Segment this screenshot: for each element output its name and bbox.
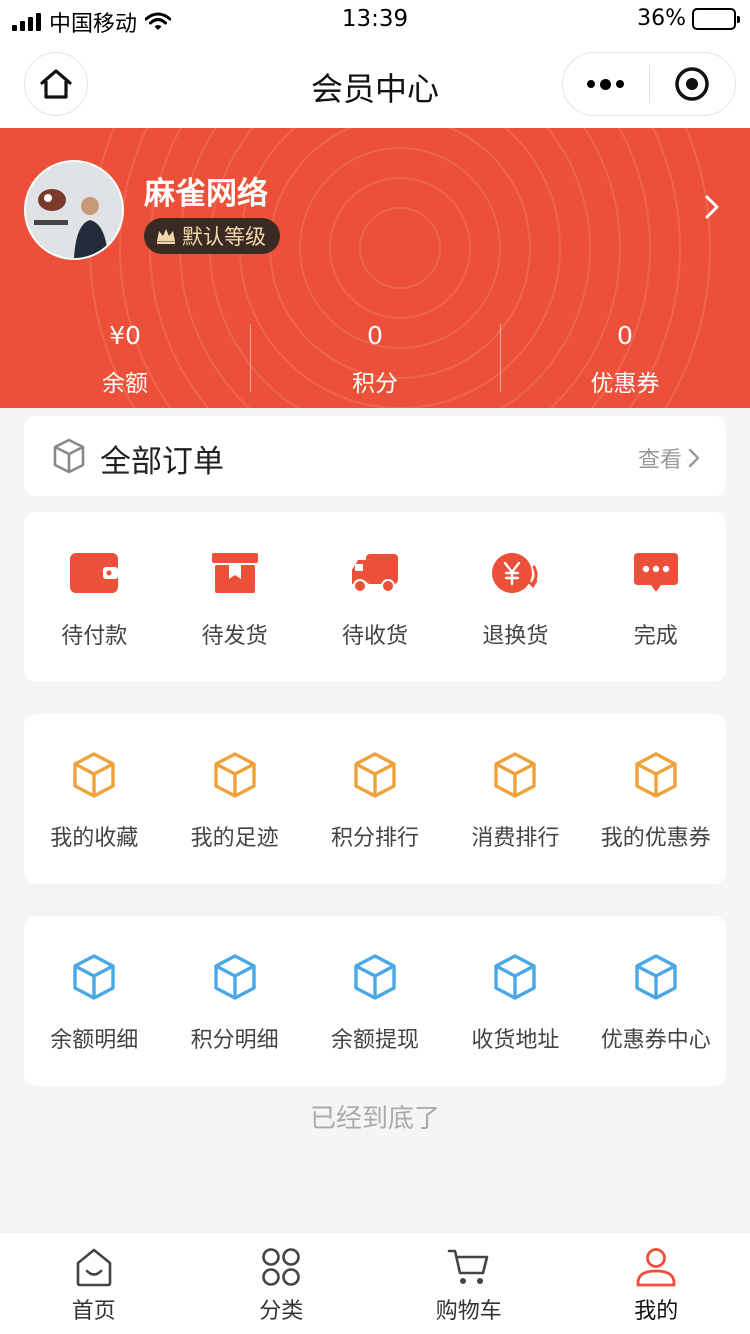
stat-value: 0 bbox=[367, 321, 383, 350]
stat-label: 积分 bbox=[352, 371, 398, 397]
tool-points-details[interactable]: 积分明细 bbox=[164, 916, 304, 1086]
tools-grid-secondary: 余额明细 积分明细 余额提现 收货地址 优惠券中心 bbox=[24, 916, 726, 1086]
more-dots-icon bbox=[587, 80, 596, 88]
grid-label: 完成 bbox=[633, 624, 678, 649]
cube-icon bbox=[354, 752, 396, 798]
cube-icon bbox=[494, 954, 537, 1000]
cube-icon bbox=[213, 752, 256, 798]
mini-program-capsule bbox=[562, 52, 736, 116]
chevron-right-icon bbox=[688, 448, 700, 468]
tool-balance-details[interactable]: 余额明细 bbox=[24, 916, 164, 1086]
grid-label: 待发货 bbox=[201, 624, 268, 649]
cube-icon bbox=[635, 752, 677, 798]
tab-home[interactable]: 首页 bbox=[0, 1233, 188, 1334]
stat-label: 优惠券 bbox=[590, 371, 660, 397]
home-bag-icon bbox=[76, 1248, 112, 1287]
tool-coupon-center[interactable]: 优惠券中心 bbox=[586, 916, 726, 1086]
box-outline-icon bbox=[53, 438, 85, 474]
order-status-pending-receipt[interactable]: 待收货 bbox=[305, 512, 445, 682]
stat-balance[interactable]: ¥0 余额 bbox=[0, 316, 250, 398]
grid-label: 待收货 bbox=[341, 624, 408, 649]
level-badge: 默认等级 bbox=[144, 218, 280, 254]
tab-label: 我的 bbox=[634, 1299, 679, 1324]
tool-my-coupons[interactable]: 我的优惠券 bbox=[586, 714, 726, 884]
stat-value: ¥0 bbox=[109, 321, 141, 350]
tool-shipping-address[interactable]: 收货地址 bbox=[445, 916, 585, 1086]
tab-category[interactable]: 分类 bbox=[188, 1233, 376, 1334]
grid-label: 消费排行 bbox=[471, 826, 560, 851]
member-header: 麻雀网络 默认等级 ¥0 余额 0 积分 0 优惠券 bbox=[0, 128, 750, 408]
order-status-completed[interactable]: 完成 bbox=[586, 512, 726, 682]
cube-icon bbox=[73, 752, 115, 798]
cube-icon bbox=[354, 954, 396, 1000]
level-text: 默认等级 bbox=[182, 225, 266, 249]
status-right: 36% bbox=[637, 6, 740, 31]
grid-label: 优惠券中心 bbox=[600, 1028, 711, 1053]
grid-circles-icon bbox=[262, 1248, 301, 1286]
tool-my-footprints[interactable]: 我的足迹 bbox=[164, 714, 304, 884]
profile-arrow-button[interactable] bbox=[704, 194, 720, 224]
all-orders-row[interactable]: 全部订单 查看 bbox=[24, 416, 726, 496]
crown-icon bbox=[157, 229, 175, 244]
view-orders-link[interactable]: 查看 bbox=[638, 442, 700, 474]
tab-label: 首页 bbox=[71, 1299, 116, 1324]
shopping-cart-icon bbox=[447, 1249, 489, 1284]
stat-label: 余额 bbox=[102, 371, 148, 397]
cube-icon bbox=[213, 954, 256, 1000]
grid-label: 积分明细 bbox=[190, 1028, 279, 1053]
tools-grid-primary: 我的收藏 我的足迹 积分排行 消费排行 我的优惠券 bbox=[24, 714, 726, 884]
cube-icon bbox=[73, 954, 115, 1000]
tab-mine[interactable]: 我的 bbox=[563, 1233, 750, 1334]
order-status-returns[interactable]: 退换货 bbox=[445, 512, 585, 682]
grid-label: 我的优惠券 bbox=[600, 826, 711, 851]
nav-bar: 会员中心 bbox=[0, 40, 750, 128]
order-status-grid: 待付款 待发货 待收货 退换货 完成 bbox=[24, 512, 726, 682]
cube-icon bbox=[494, 752, 537, 798]
stat-value: 0 bbox=[617, 321, 633, 350]
user-name: 麻雀网络 bbox=[144, 176, 268, 212]
battery-percent: 36% bbox=[637, 6, 686, 31]
cube-icon bbox=[635, 954, 677, 1000]
all-orders-title: 全部订单 bbox=[100, 444, 224, 480]
avatar[interactable] bbox=[24, 160, 124, 260]
tool-points-ranking[interactable]: 积分排行 bbox=[305, 714, 445, 884]
grid-label: 退换货 bbox=[482, 624, 549, 649]
tab-label: 购物车 bbox=[435, 1299, 502, 1324]
wallet-icon bbox=[70, 553, 119, 593]
tool-my-favorites[interactable]: 我的收藏 bbox=[24, 714, 164, 884]
grid-label: 余额明细 bbox=[50, 1028, 139, 1053]
grid-label: 收货地址 bbox=[471, 1028, 560, 1053]
chevron-right-icon bbox=[705, 195, 719, 219]
battery-icon bbox=[692, 7, 740, 30]
stat-points[interactable]: 0 积分 bbox=[250, 316, 500, 398]
chat-bubble-icon bbox=[633, 553, 678, 592]
grid-label: 我的足迹 bbox=[190, 826, 279, 851]
tab-label: 分类 bbox=[259, 1299, 304, 1324]
order-status-pending-shipment[interactable]: 待发货 bbox=[164, 512, 304, 682]
stat-coupons[interactable]: 0 优惠券 bbox=[500, 316, 750, 398]
package-box-icon bbox=[211, 553, 258, 593]
grid-label: 我的收藏 bbox=[50, 826, 139, 851]
refund-yuan-icon bbox=[492, 553, 538, 593]
stats-row: ¥0 余额 0 积分 0 优惠券 bbox=[0, 316, 750, 398]
avatar-image bbox=[26, 162, 122, 258]
close-mini-program-button[interactable] bbox=[650, 66, 736, 102]
grid-label: 待付款 bbox=[61, 624, 128, 649]
end-of-list-note: 已经到底了 bbox=[309, 1104, 440, 1134]
more-button[interactable] bbox=[563, 78, 649, 90]
tool-spending-ranking[interactable]: 消费排行 bbox=[445, 714, 585, 884]
grid-label: 余额提现 bbox=[330, 1028, 419, 1053]
user-icon bbox=[636, 1248, 676, 1287]
status-bar: 中国移动 13:39 36% bbox=[0, 0, 750, 40]
view-label: 查看 bbox=[637, 448, 682, 473]
tool-balance-withdraw[interactable]: 余额提现 bbox=[305, 916, 445, 1086]
grid-label: 积分排行 bbox=[330, 826, 419, 851]
tab-cart[interactable]: 购物车 bbox=[375, 1233, 563, 1334]
truck-icon bbox=[351, 554, 398, 593]
order-status-pending-payment[interactable]: 待付款 bbox=[24, 512, 164, 682]
target-icon bbox=[675, 67, 709, 101]
tab-bar: 首页 分类 购物车 我的 bbox=[0, 1232, 750, 1334]
